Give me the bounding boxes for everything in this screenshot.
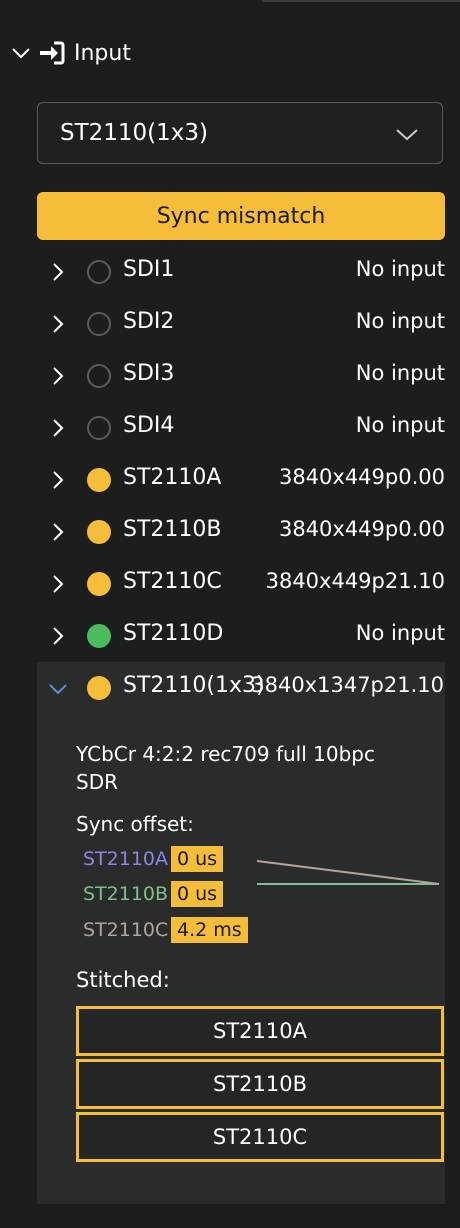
- status-dot: [87, 676, 111, 700]
- sync-offset-row: ST2110C 4.2 ms: [83, 916, 248, 944]
- status-dot: [87, 260, 111, 284]
- input-mode-select[interactable]: ST2110(1x3): [37, 102, 443, 164]
- status-dot: [87, 468, 111, 492]
- chevron-right-icon[interactable]: [48, 624, 68, 648]
- chevron-right-icon[interactable]: [48, 572, 68, 596]
- chevron-right-icon[interactable]: [48, 416, 68, 440]
- top-divider: [262, 0, 460, 2]
- input-row-st2110c[interactable]: ST2110C 3840x449p21.10: [0, 558, 460, 610]
- input-row-sdi3[interactable]: SDI3 No input: [0, 350, 460, 402]
- stitched-source[interactable]: ST2110C: [76, 1112, 444, 1162]
- status-dot: [87, 312, 111, 336]
- sign-in-icon: [40, 41, 65, 65]
- chevron-right-icon[interactable]: [48, 364, 68, 388]
- offset-source: ST2110B: [83, 883, 169, 905]
- input-name: SDI1: [123, 257, 175, 282]
- section-title: Input: [74, 40, 131, 66]
- status-dot: [87, 416, 111, 440]
- sync-offset-row: ST2110A 0 us: [83, 845, 224, 873]
- input-status: 3840x449p21.10: [265, 569, 445, 593]
- chevron-down-icon[interactable]: [10, 42, 32, 64]
- input-status: No input: [355, 309, 445, 333]
- stitched-label: Stitched:: [76, 968, 170, 992]
- sync-offset-graph: [256, 860, 440, 885]
- offset-source: ST2110A: [83, 848, 169, 870]
- status-dot: [87, 572, 111, 596]
- input-row-st2110b[interactable]: ST2110B 3840x449p0.00: [0, 506, 460, 558]
- input-name: ST2110C: [123, 569, 222, 594]
- input-row-st2110d[interactable]: ST2110D No input: [0, 610, 460, 662]
- sync-offset-row: ST2110B 0 us: [83, 880, 224, 908]
- input-status: 3840x1347p21.10: [251, 673, 444, 697]
- offset-value: 0 us: [171, 846, 224, 872]
- chevron-down-icon: [396, 129, 418, 141]
- input-row-st2110-1x3[interactable]: ST2110(1x3) 3840x1347p21.10: [37, 662, 445, 714]
- offset-source: ST2110C: [83, 919, 169, 941]
- status-dot: [87, 520, 111, 544]
- sync-offset-label: Sync offset:: [76, 812, 194, 836]
- stitched-source[interactable]: ST2110B: [76, 1059, 444, 1109]
- status-dot: [87, 624, 111, 648]
- input-status: No input: [355, 257, 445, 281]
- input-name: ST2110B: [123, 517, 222, 542]
- input-name: ST2110(1x3): [123, 673, 265, 698]
- input-name: SDI4: [123, 413, 175, 438]
- input-row-sdi1[interactable]: SDI1 No input: [0, 246, 460, 298]
- input-status: No input: [355, 361, 445, 385]
- input-row-sdi2[interactable]: SDI2 No input: [0, 298, 460, 350]
- chevron-right-icon[interactable]: [48, 312, 68, 336]
- stitched-source[interactable]: ST2110A: [76, 1006, 444, 1056]
- input-row-st2110a[interactable]: ST2110A 3840x449p0.00: [0, 454, 460, 506]
- input-status: No input: [355, 621, 445, 645]
- input-status: 3840x449p0.00: [278, 517, 445, 541]
- chevron-right-icon[interactable]: [48, 260, 68, 284]
- input-name: ST2110D: [123, 621, 224, 646]
- select-value: ST2110(1x3): [60, 120, 209, 146]
- video-format: YCbCr 4:2:2 rec709 full 10bpc SDR: [76, 742, 375, 794]
- input-name: ST2110A: [123, 465, 222, 490]
- offset-line-st2110c: [256, 860, 440, 885]
- sync-mismatch-banner: Sync mismatch: [37, 192, 445, 240]
- chevron-down-icon[interactable]: [47, 680, 69, 698]
- input-section-header[interactable]: Input: [10, 34, 131, 72]
- input-row-sdi4[interactable]: SDI4 No input: [0, 402, 460, 454]
- input-status: No input: [355, 413, 445, 437]
- status-dot: [87, 364, 111, 388]
- chevron-right-icon[interactable]: [48, 468, 68, 492]
- expanded-input-panel: ST2110(1x3) 3840x1347p21.10 YCbCr 4:2:2 …: [37, 662, 445, 1204]
- offset-value: 4.2 ms: [171, 917, 248, 943]
- offset-value: 0 us: [171, 881, 224, 907]
- input-name: SDI3: [123, 361, 175, 386]
- input-name: SDI2: [123, 309, 175, 334]
- chevron-right-icon[interactable]: [48, 520, 68, 544]
- input-status: 3840x449p0.00: [278, 465, 445, 489]
